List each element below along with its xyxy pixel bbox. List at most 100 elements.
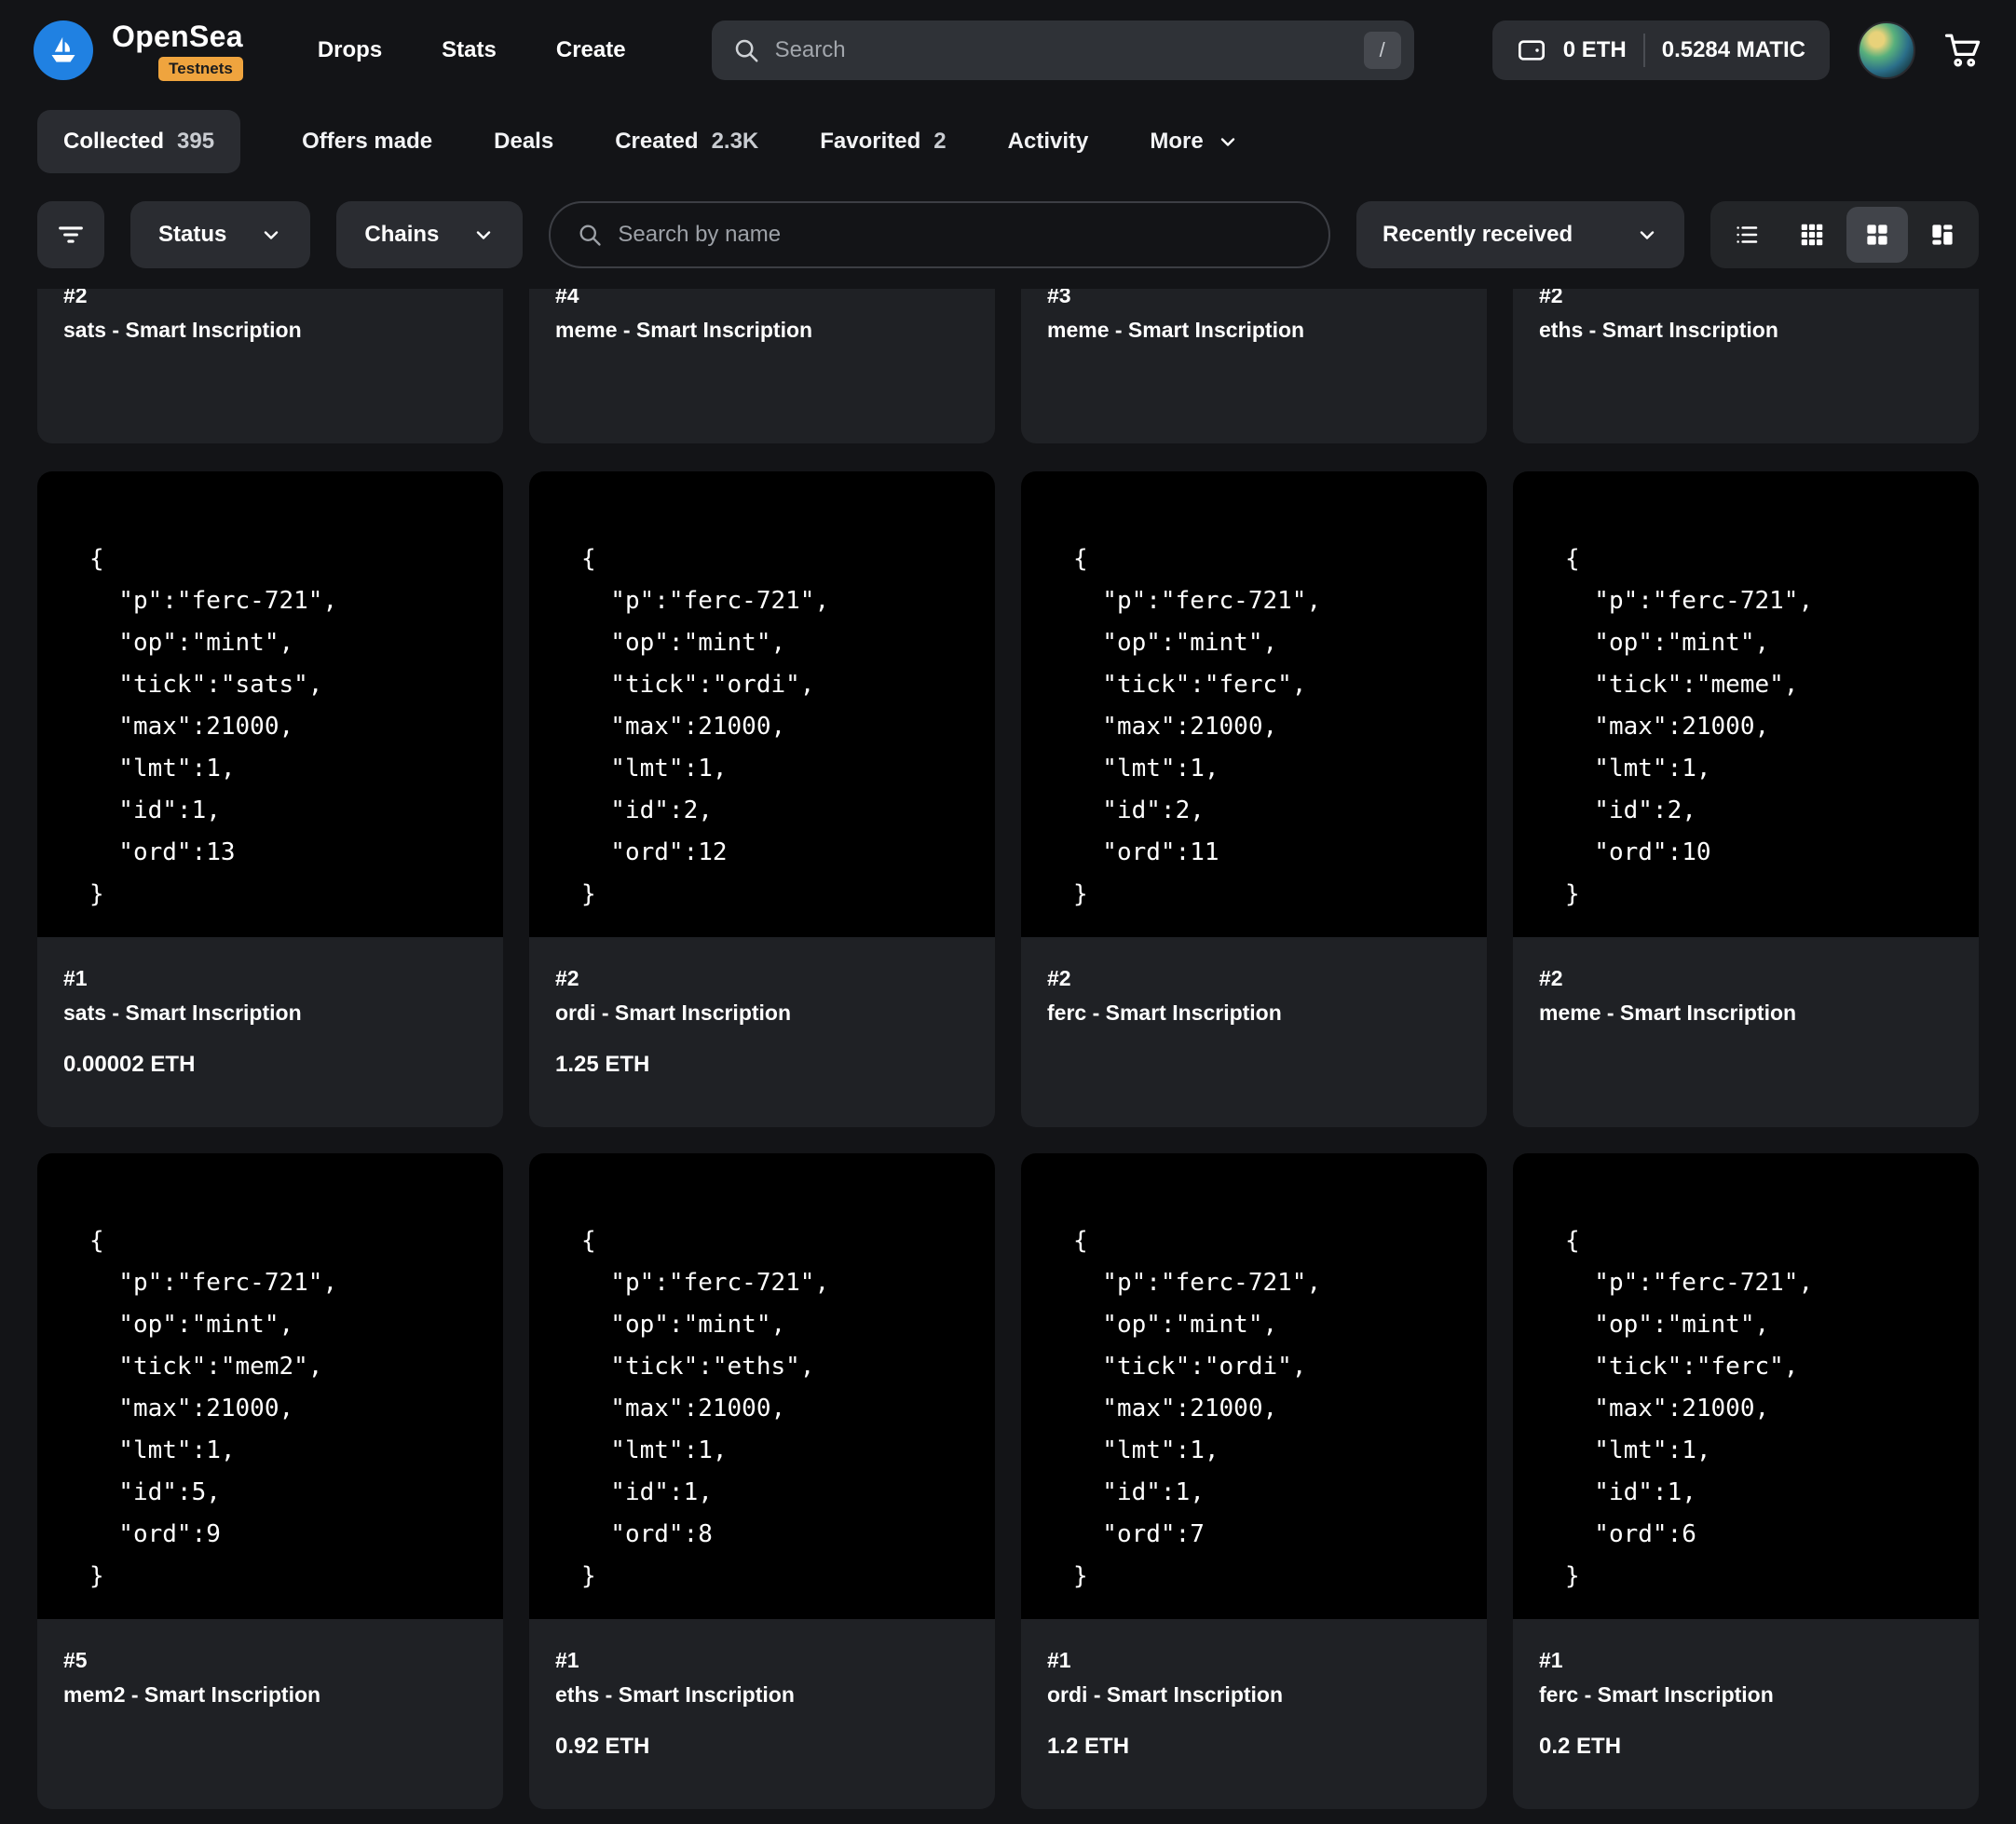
inscription-json-text: { "p":"ferc-721", "op":"mint", "tick":"m… (89, 1227, 338, 1590)
nft-card-info: #1 ordi - Smart Inscription 1.2 ETH (1021, 1619, 1487, 1809)
matic-balance: 0.5284 MATIC (1661, 37, 1805, 62)
cards-grid-partial: #2 sats - Smart Inscription #4 meme - Sm… (0, 289, 2016, 443)
nft-card-info: #1 sats - Smart Inscription 0.00002 ETH (37, 937, 503, 1127)
chevron-down-icon (477, 231, 491, 239)
nft-card-info: #2 ferc - Smart Inscription (1021, 937, 1487, 1075)
nft-card-info: #1 eths - Smart Inscription 0.92 ETH (529, 1619, 995, 1809)
main-nav: Drops Stats Create (318, 37, 626, 63)
nft-card[interactable]: { "p":"ferc-721", "op":"mint", "tick":"f… (1021, 471, 1487, 1127)
top-navbar: OpenSea Testnets Drops Stats Create / 0 … (0, 0, 2016, 101)
tab-count: 2 (933, 129, 947, 154)
sort-dropdown[interactable]: Recently received (1356, 201, 1684, 268)
nft-price: 0.00002 ETH (63, 1052, 196, 1077)
nft-collection-name: meme - Smart Inscription (1047, 318, 1305, 342)
chains-label: Chains (364, 222, 440, 247)
nft-token-number: #1 (1047, 1648, 1071, 1672)
view-list-button[interactable] (1716, 207, 1778, 263)
inscription-json-text: { "p":"ferc-721", "op":"mint", "tick":"f… (1565, 1227, 1814, 1590)
search-shortcut-key: / (1363, 32, 1401, 69)
nft-collection-name: ordi - Smart Inscription (555, 1000, 792, 1025)
nft-card[interactable]: #2 sats - Smart Inscription (37, 289, 503, 443)
large-grid-view-icon (1867, 225, 1887, 245)
tab-count: 2.3K (711, 129, 759, 154)
nft-token-number: #1 (1539, 1648, 1563, 1672)
nft-token-number: #2 (1047, 966, 1071, 990)
chevron-down-icon (1220, 138, 1234, 146)
status-label: Status (158, 222, 227, 247)
nft-price: 1.25 ETH (555, 1052, 650, 1077)
nft-card-image: { "p":"ferc-721", "op":"mint", "tick":"o… (1021, 1153, 1487, 1619)
brand-name: OpenSea (112, 20, 243, 53)
tab-count: 395 (177, 129, 215, 154)
wallet-balance[interactable]: 0 ETH 0.5284 MATIC (1492, 20, 1830, 80)
nft-collection-name: sats - Smart Inscription (63, 318, 302, 342)
collected-items-grid: #2 sats - Smart Inscription #4 meme - Sm… (0, 289, 2016, 1809)
nft-card-info: #2 meme - Smart Inscription (1513, 937, 1979, 1075)
nft-card[interactable]: { "p":"ferc-721", "op":"mint", "tick":"o… (529, 471, 995, 1127)
name-search-input[interactable] (618, 222, 1302, 248)
cart-button[interactable] (1943, 31, 1982, 70)
view-large-grid-button[interactable] (1846, 207, 1908, 263)
user-avatar[interactable] (1858, 21, 1915, 79)
nav-stats[interactable]: Stats (442, 37, 497, 63)
nft-collection-name: eths - Smart Inscription (555, 1682, 795, 1707)
nft-token-number: #1 (555, 1648, 579, 1672)
nft-card[interactable]: { "p":"ferc-721", "op":"mint", "tick":"m… (37, 1153, 503, 1809)
tab-collected[interactable]: Collected 395 (37, 110, 241, 173)
small-grid-view-icon (1801, 224, 1823, 246)
sort-label: Recently received (1383, 222, 1573, 247)
nft-collection-name: meme - Smart Inscription (555, 318, 813, 342)
nft-card[interactable]: { "p":"ferc-721", "op":"mint", "tick":"e… (529, 1153, 995, 1809)
tab-favorited[interactable]: Favorited 2 (820, 129, 946, 155)
tab-offers-made[interactable]: Offers made (302, 129, 432, 155)
view-masonry-button[interactable] (1912, 207, 1973, 263)
sailboat-icon (51, 36, 75, 62)
tab-activity[interactable]: Activity (1008, 129, 1089, 155)
tab-label: Deals (494, 129, 554, 154)
inscription-json-text: { "p":"ferc-721", "op":"mint", "tick":"e… (581, 1227, 830, 1590)
nft-card-info: #5 mem2 - Smart Inscription (37, 1619, 503, 1757)
nft-card[interactable]: #2 eths - Smart Inscription (1513, 289, 1979, 443)
nft-collection-name: meme - Smart Inscription (1539, 1000, 1797, 1025)
filter-toggle-button[interactable] (37, 201, 104, 268)
inscription-json-text: { "p":"ferc-721", "op":"mint", "tick":"f… (1073, 545, 1322, 908)
view-small-grid-button[interactable] (1781, 207, 1843, 263)
eth-balance: 0 ETH (1562, 37, 1627, 62)
nft-card[interactable]: { "p":"ferc-721", "op":"mint", "tick":"m… (1513, 471, 1979, 1127)
nft-collection-name: sats - Smart Inscription (63, 1000, 302, 1025)
nav-create[interactable]: Create (556, 37, 626, 63)
nft-collection-name: ordi - Smart Inscription (1047, 1682, 1284, 1707)
cards-grid-full: { "p":"ferc-721", "op":"mint", "tick":"s… (0, 471, 2016, 1809)
tab-label: Created (615, 129, 699, 154)
chains-filter-dropdown[interactable]: Chains (336, 201, 524, 268)
global-search-input[interactable] (774, 37, 1349, 63)
nft-card[interactable]: #3 meme - Smart Inscription (1021, 289, 1487, 443)
nft-card[interactable]: { "p":"ferc-721", "op":"mint", "tick":"o… (1021, 1153, 1487, 1809)
global-search[interactable]: / (711, 20, 1414, 80)
nft-card[interactable]: { "p":"ferc-721", "op":"mint", "tick":"f… (1513, 1153, 1979, 1809)
tab-label: Activity (1007, 129, 1089, 154)
nft-token-number: #1 (63, 966, 88, 990)
tab-created[interactable]: Created 2.3K (615, 129, 758, 155)
name-search-field[interactable] (549, 201, 1330, 268)
tab-deals[interactable]: Deals (494, 129, 553, 155)
opensea-logo[interactable] (34, 20, 93, 80)
tab-label: Collected (63, 129, 165, 154)
status-filter-dropdown[interactable]: Status (130, 201, 311, 268)
wallet-divider (1642, 34, 1645, 67)
nav-drops[interactable]: Drops (318, 37, 382, 63)
nft-card-image: { "p":"ferc-721", "op":"mint", "tick":"f… (1021, 471, 1487, 937)
nft-card-info: #1 ferc - Smart Inscription 0.2 ETH (1513, 1619, 1979, 1809)
nft-card[interactable]: #4 meme - Smart Inscription (529, 289, 995, 443)
nft-price: 1.2 ETH (1047, 1734, 1130, 1759)
nft-collection-name: ferc - Smart Inscription (1047, 1000, 1282, 1025)
tab-more[interactable]: More (1150, 129, 1238, 155)
nft-card-image: { "p":"ferc-721", "op":"mint", "tick":"o… (529, 471, 995, 937)
wallet-icon (1518, 40, 1545, 61)
chevron-down-icon (1640, 231, 1655, 239)
inscription-json-text: { "p":"ferc-721", "op":"mint", "tick":"m… (1565, 545, 1814, 908)
filter-bar: Status Chains Recently received (0, 201, 2016, 268)
search-icon (579, 225, 602, 246)
nft-card[interactable]: { "p":"ferc-721", "op":"mint", "tick":"s… (37, 471, 503, 1127)
tab-label: Favorited (820, 129, 921, 154)
